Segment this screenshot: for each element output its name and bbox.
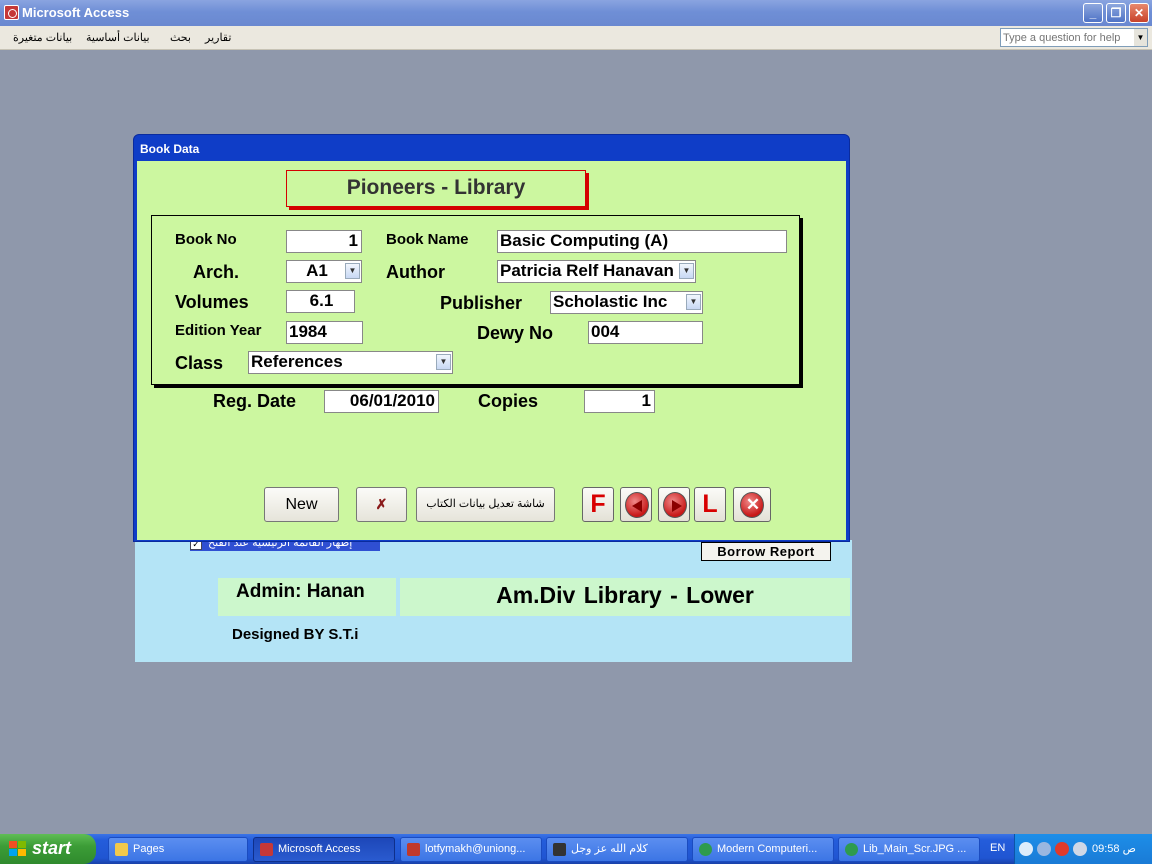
edit-book-screen-button[interactable]: شاشة تعديل بيانات الكتاب xyxy=(416,487,555,522)
class-value: References xyxy=(251,352,343,371)
tray-expand-icon[interactable] xyxy=(1019,842,1033,856)
close-icon: ✕ xyxy=(740,492,764,518)
book-no-field[interactable]: 1 xyxy=(286,230,362,253)
library-label: Am.Div Library - Lower xyxy=(400,578,850,616)
new-record-button[interactable]: New xyxy=(264,487,339,522)
chevron-down-icon[interactable]: ▼ xyxy=(1134,29,1147,46)
dewy-no-field[interactable]: 004 xyxy=(588,321,703,344)
tray-app-icon[interactable] xyxy=(1073,842,1087,856)
title-bar: Microsoft Access _ ❐ ✕ xyxy=(0,0,1152,26)
chrome-icon xyxy=(845,843,858,856)
book-data-title: Book Data xyxy=(140,142,200,156)
access-icon xyxy=(260,843,273,856)
designed-by-label: Designed BY S.T.i xyxy=(232,626,359,643)
author-select[interactable]: Patricia Relf Hanavan ▼ xyxy=(497,260,696,283)
help-search-input[interactable] xyxy=(1003,30,1131,45)
volumes-label: Volumes xyxy=(175,292,249,312)
arch-select[interactable]: A1 ▼ xyxy=(286,260,362,283)
previous-arrow-icon xyxy=(625,492,649,518)
network-icon[interactable] xyxy=(1037,842,1051,856)
task-microsoft-access[interactable]: Microsoft Access xyxy=(253,837,395,862)
first-record-button[interactable]: F xyxy=(582,487,614,522)
arch-label: Arch. xyxy=(193,262,240,282)
reg-date-field[interactable]: 06/01/2010 xyxy=(324,390,439,413)
menu-search[interactable]: بحث xyxy=(170,31,191,44)
class-label: Class xyxy=(175,353,224,373)
class-select[interactable]: References ▼ xyxy=(248,351,453,374)
dewy-no-label: Dewy No xyxy=(477,323,554,343)
copies-field[interactable]: 1 xyxy=(584,390,655,413)
task-quran[interactable]: كلام الله عز وجل xyxy=(546,837,688,862)
task-chrome-lib[interactable]: Lib_Main_Scr.JPG ... xyxy=(838,837,980,862)
book-no-label: Book No xyxy=(175,231,237,248)
admin-label: Admin: Hanan xyxy=(218,578,396,616)
edition-year-field[interactable]: 1984 xyxy=(286,321,363,344)
chevron-down-icon[interactable]: ▼ xyxy=(436,354,451,370)
task-label: lotfymakh@uniong... xyxy=(425,843,526,855)
task-label: Pages xyxy=(133,843,165,855)
arch-value: A1 xyxy=(306,261,328,280)
filezilla-icon xyxy=(407,843,420,856)
folder-icon xyxy=(115,843,128,856)
next-arrow-icon xyxy=(663,492,687,518)
copies-label: Copies xyxy=(478,391,539,411)
access-app-icon[interactable] xyxy=(4,5,19,20)
previous-record-button[interactable] xyxy=(620,487,652,522)
taskbar: start Pages Microsoft Access lotfymakh@u… xyxy=(0,834,1152,864)
task-label: Microsoft Access xyxy=(278,843,361,855)
language-indicator[interactable]: EN xyxy=(990,842,1005,854)
book-name-label: Book Name xyxy=(386,231,469,248)
author-label: Author xyxy=(386,262,445,282)
minimize-button[interactable]: _ xyxy=(1083,3,1103,23)
menu-variable-data[interactable]: بيانات متغيرة xyxy=(13,31,72,44)
task-label: Lib_Main_Scr.JPG ... xyxy=(863,843,967,855)
chevron-down-icon[interactable]: ▼ xyxy=(686,294,701,310)
start-button[interactable]: start xyxy=(0,834,96,864)
undo-button[interactable]: ✗ xyxy=(356,487,407,522)
edition-year-label: Edition Year xyxy=(175,322,262,339)
task-filezilla[interactable]: lotfymakh@uniong... xyxy=(400,837,542,862)
last-record-button[interactable]: L xyxy=(694,487,726,522)
help-search-box[interactable]: ▼ xyxy=(1000,28,1148,47)
menu-reports[interactable]: تقارير xyxy=(205,31,231,44)
opera-icon[interactable] xyxy=(1055,842,1069,856)
menu-basic-data[interactable]: بيانات أساسية xyxy=(86,31,150,44)
chevron-down-icon[interactable]: ▼ xyxy=(345,263,360,279)
close-button[interactable]: ✕ xyxy=(1129,3,1149,23)
publisher-select[interactable]: Scholastic Inc ▼ xyxy=(550,291,703,314)
menu-bar: تقارير بحث بيانات أساسية بيانات متغيرة xyxy=(0,26,1152,50)
restore-button[interactable]: ❐ xyxy=(1106,3,1126,23)
volumes-field[interactable]: 6.1 xyxy=(286,290,355,313)
task-chrome-modern[interactable]: Modern Computeri... xyxy=(692,837,834,862)
publisher-label: Publisher xyxy=(440,293,523,313)
borrow-report-button[interactable]: Borrow Report xyxy=(701,542,831,561)
chrome-icon xyxy=(699,843,712,856)
form-header: Pioneers - Library xyxy=(286,170,586,207)
task-label: Modern Computeri... xyxy=(717,843,818,855)
next-record-button[interactable] xyxy=(658,487,690,522)
reg-date-label: Reg. Date xyxy=(213,391,297,411)
author-value: Patricia Relf Hanavan xyxy=(500,261,674,280)
close-form-button[interactable]: ✕ xyxy=(733,487,771,522)
clock: 09:58 ص xyxy=(1092,843,1136,855)
app-title: Microsoft Access xyxy=(22,5,130,20)
windows-logo-icon xyxy=(9,841,26,857)
task-label: كلام الله عز وجل xyxy=(571,843,648,855)
chevron-down-icon[interactable]: ▼ xyxy=(679,263,694,279)
publisher-value: Scholastic Inc xyxy=(553,292,668,311)
task-pages[interactable]: Pages xyxy=(108,837,248,862)
app-icon xyxy=(553,843,566,856)
book-name-field[interactable]: Basic Computing (A) xyxy=(497,230,787,253)
start-label: start xyxy=(32,838,72,858)
